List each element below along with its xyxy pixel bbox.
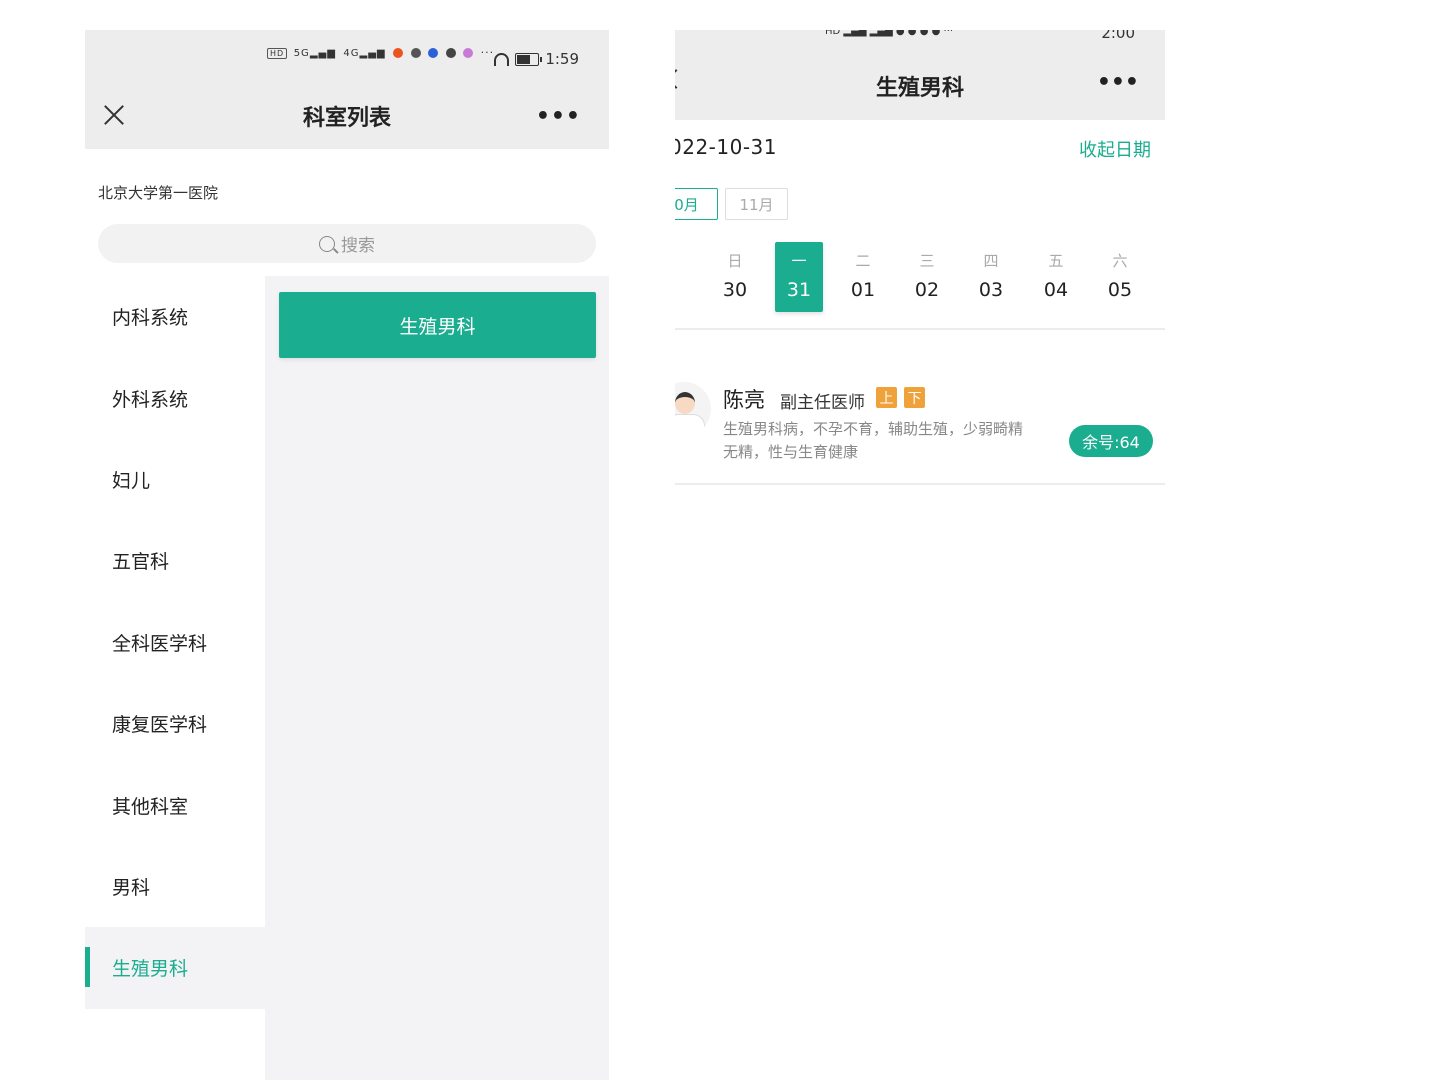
- day-item[interactable]: 日 30: [711, 242, 759, 312]
- department-list-screen: HD 5G▂▄▆ 4G▂▄▆ ··· 1:59 科室列表 ••• 北京大学第一医…: [85, 30, 609, 1080]
- avatar-head: [675, 392, 695, 414]
- day-weekday: 五: [1048, 252, 1064, 270]
- day-item[interactable]: 五 04: [1032, 242, 1080, 312]
- hd-icon: HD: [267, 48, 288, 59]
- collapse-date-link[interactable]: 收起日期: [1079, 136, 1151, 162]
- nav-bar: 生殖男科 •••: [675, 42, 1165, 120]
- day-number: 04: [1043, 279, 1069, 301]
- search-icon: [319, 235, 335, 252]
- status-icons: HD 5G▂▄▆ 4G▂▄▆ ···: [267, 46, 494, 59]
- morning-tag: 上: [876, 387, 897, 408]
- more-notifications-icon: ···: [480, 46, 495, 59]
- day-weekday: 一: [791, 252, 807, 270]
- selected-date: 022-10-31: [675, 135, 778, 159]
- status-right: 1:59: [494, 50, 579, 68]
- avatar-body: [675, 414, 705, 436]
- month-tab-november[interactable]: 11月: [725, 188, 788, 220]
- headphone-icon: [494, 52, 510, 66]
- doctor-specialty: 生殖男科病，不孕不育，辅助生殖，少弱畸精无精，性与生育健康: [723, 420, 1024, 461]
- day-item[interactable]: 二 01: [839, 242, 887, 312]
- doctor-name: 陈亮: [723, 388, 765, 412]
- more-icon[interactable]: •••: [536, 104, 581, 129]
- sidebar-item-internal-medicine[interactable]: 内科系统: [85, 276, 265, 357]
- app-icon: [428, 48, 439, 58]
- day-number: 29: [675, 279, 687, 301]
- day-item[interactable]: 三 02: [903, 242, 951, 312]
- sidebar-item-rehabilitation[interactable]: 康复医学科: [85, 683, 265, 764]
- divider: [675, 328, 1165, 330]
- sidebar-item-other[interactable]: 其他科室: [85, 764, 265, 845]
- sidebar-item-andrology[interactable]: 男科: [85, 846, 265, 927]
- day-item[interactable]: 六 05: [1096, 242, 1144, 312]
- day-weekday: 四: [983, 252, 999, 270]
- status-bar: HD ▂▄▆ ▂▄▆ ● ● ● ● ··· 2:00: [675, 30, 1165, 42]
- doctor-schedule-screen: HD ▂▄▆ ▂▄▆ ● ● ● ● ··· 2:00 生殖男科 ••• 022…: [675, 30, 1165, 500]
- day-item[interactable]: 六 29: [675, 242, 687, 312]
- doctor-avatar: [675, 382, 711, 436]
- sidebar-item-general-practice[interactable]: 全科医学科: [85, 602, 265, 683]
- remaining-slots-button[interactable]: 余号:64: [1069, 425, 1153, 457]
- day-number: 02: [914, 279, 940, 301]
- status-bar: HD 5G▂▄▆ 4G▂▄▆ ··· 1:59: [85, 30, 609, 90]
- day-number: 01: [850, 279, 876, 301]
- wechat-icon: [410, 48, 421, 58]
- sidebar-item-surgery[interactable]: 外科系统: [85, 357, 265, 438]
- day-weekday: 六: [1112, 252, 1128, 270]
- status-time: 2:00: [1101, 30, 1135, 42]
- day-item-selected[interactable]: 一 31: [775, 242, 823, 312]
- page-title: 生殖男科: [875, 76, 964, 101]
- month-tab-october[interactable]: 0月: [675, 188, 718, 220]
- day-weekday: 二: [855, 252, 871, 270]
- sidebar-item-obgyn-pediatrics[interactable]: 妇儿: [85, 439, 265, 520]
- day-number: 05: [1107, 279, 1133, 301]
- sidebar-item-label: 妇儿: [112, 469, 151, 492]
- sidebar-item-label: 康复医学科: [112, 714, 208, 737]
- battery-icon: [515, 52, 543, 66]
- page-title: 科室列表: [302, 106, 391, 131]
- sidebar-item-reproductive-andrology[interactable]: 生殖男科: [85, 927, 265, 1009]
- day-weekday: 六: [675, 250, 687, 271]
- day-number: 31: [786, 279, 812, 301]
- signal-icon-2: 4G▂▄▆: [343, 48, 386, 59]
- day-number: 03: [978, 279, 1004, 301]
- day-item[interactable]: 四 03: [967, 242, 1015, 312]
- status-icons: HD ▂▄▆ ▂▄▆ ● ● ● ● ···: [825, 30, 954, 37]
- sidebar-item-label: 全科医学科: [112, 632, 208, 655]
- department-list-pane: 生殖男科: [265, 276, 609, 1080]
- sidebar-item-label: 五官科: [112, 551, 170, 574]
- day-weekday: 日: [727, 252, 743, 270]
- message-icon: [445, 48, 456, 58]
- day-number: 30: [722, 279, 748, 301]
- divider: [675, 483, 1165, 485]
- more-icon[interactable]: •••: [1097, 70, 1139, 95]
- sidebar-item-ent[interactable]: 五官科: [85, 520, 265, 601]
- day-weekday: 三: [919, 252, 935, 270]
- signal-icon: 5G▂▄▆: [293, 48, 336, 59]
- sidebar-item-label: 男科: [112, 876, 151, 899]
- photos-icon: [463, 48, 474, 58]
- afternoon-tag: 下: [904, 387, 925, 408]
- sidebar-item-label: 外科系统: [112, 388, 189, 411]
- department-category-sidebar: 内科系统 外科系统 妇儿 五官科 全科医学科 康复医学科 其他科室 男科 生殖男…: [85, 276, 265, 1009]
- department-button-reproductive-andrology[interactable]: 生殖男科: [279, 292, 596, 358]
- doctor-title: 副主任医师: [780, 393, 865, 413]
- sidebar-item-label: 生殖男科: [112, 958, 189, 981]
- search-placeholder: 搜索: [341, 236, 375, 256]
- hospital-name: 北京大学第一医院: [98, 184, 219, 202]
- sidebar-item-label: 其他科室: [112, 795, 189, 818]
- sidebar-item-label: 内科系统: [112, 307, 189, 330]
- status-time: 1:59: [545, 50, 579, 68]
- weibo-icon: [393, 48, 404, 58]
- nav-bar: 科室列表 •••: [85, 90, 609, 149]
- search-input[interactable]: 搜索: [98, 224, 596, 263]
